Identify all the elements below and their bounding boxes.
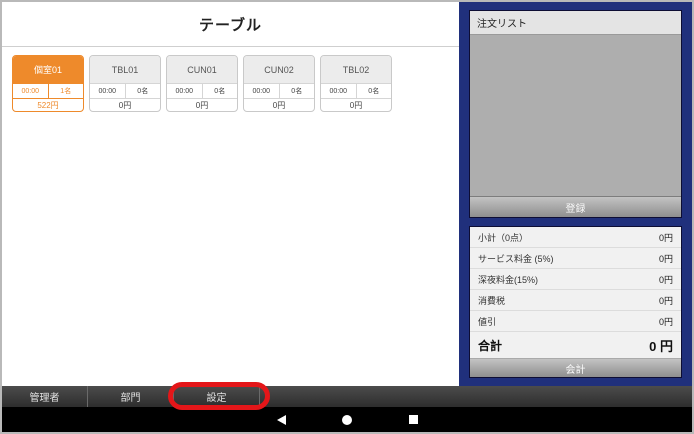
table-info-row: 00:00 1名 [13,83,83,98]
content-row: テーブル 個室01 00:00 1名 522円 TBL01 00:00 0名 [2,2,692,386]
table-guests: 0名 [357,84,392,98]
table-guests: 0名 [126,84,161,98]
table-card-list: 個室01 00:00 1名 522円 TBL01 00:00 0名 0円 [2,47,459,112]
table-card-kositsu01[interactable]: 個室01 00:00 1名 522円 [12,55,84,112]
table-info-row: 00:00 0名 [167,83,237,98]
order-list-title: 注文リスト [470,11,681,35]
app-frame: テーブル 個室01 00:00 1名 522円 TBL01 00:00 0名 [0,0,694,434]
table-info-row: 00:00 0名 [90,83,160,98]
totals-panel: 小計（0点） 0円 サービス料金 (5%) 0円 深夜料金(15%) 0円 消費… [469,226,682,378]
main-area: テーブル 個室01 00:00 1名 522円 TBL01 00:00 0名 [2,2,459,386]
totals-row-service-charge: サービス料金 (5%) 0円 [470,248,681,269]
back-icon [277,415,286,425]
totals-row-grand-total: 合計 0 円 [470,332,681,358]
grand-total-value: 0 円 [649,336,673,355]
table-amount: 0円 [321,98,391,111]
tab-department[interactable]: 部門 [88,386,174,407]
register-button[interactable]: 登録 [470,196,681,217]
table-name: CUN02 [244,56,314,83]
table-info-row: 00:00 0名 [321,83,391,98]
order-panel: 注文リスト 登録 小計（0点） 0円 サービス料金 (5%) 0円 深夜料金(1… [459,2,692,386]
totals-label: サービス料金 (5%) [478,252,554,265]
table-time: 00:00 [90,84,126,98]
totals-row-discount: 値引 0円 [470,311,681,332]
order-list-box: 注文リスト 登録 [469,10,682,218]
table-name: TBL01 [90,56,160,83]
totals-value: 0円 [659,273,673,286]
table-card-cun01[interactable]: CUN01 00:00 0名 0円 [166,55,238,112]
totals-row-tax: 消費税 0円 [470,290,681,311]
table-card-tbl01[interactable]: TBL01 00:00 0名 0円 [89,55,161,112]
main-header: テーブル [2,2,459,47]
order-list-body [470,35,681,196]
table-time: 00:00 [167,84,203,98]
page-title: テーブル [199,14,262,35]
table-time: 00:00 [244,84,280,98]
table-guests: 1名 [49,84,84,98]
table-name: 個室01 [13,56,83,83]
android-nav-bar [2,407,692,432]
table-name: TBL02 [321,56,391,83]
grand-total-label: 合計 [478,337,502,354]
totals-label: 値引 [478,315,496,328]
table-amount: 0円 [167,98,237,111]
totals-label: 消費税 [478,294,505,307]
table-amount: 522円 [13,98,83,111]
table-card-tbl02[interactable]: TBL02 00:00 0名 0円 [320,55,392,112]
totals-label: 小計（0点） [478,231,528,244]
totals-value: 0円 [659,252,673,265]
recents-button[interactable] [406,413,420,427]
table-name: CUN01 [167,56,237,83]
table-guests: 0名 [203,84,238,98]
totals-row-subtotal: 小計（0点） 0円 [470,227,681,248]
totals-value: 0円 [659,315,673,328]
totals-value: 0円 [659,231,673,244]
tab-admin[interactable]: 管理者 [2,386,88,407]
table-amount: 0円 [244,98,314,111]
recents-icon [409,415,418,424]
back-button[interactable] [274,413,288,427]
totals-label: 深夜料金(15%) [478,273,538,286]
table-info-row: 00:00 0名 [244,83,314,98]
table-time: 00:00 [13,84,49,98]
table-card-cun02[interactable]: CUN02 00:00 0名 0円 [243,55,315,112]
tab-settings[interactable]: 設定 [174,386,260,407]
home-icon [342,415,352,425]
table-amount: 0円 [90,98,160,111]
table-guests: 0名 [280,84,315,98]
totals-row-late-night-charge: 深夜料金(15%) 0円 [470,269,681,290]
bottom-tab-bar: 管理者 部門 設定 [2,386,692,407]
totals-value: 0円 [659,294,673,307]
checkout-button[interactable]: 会計 [470,358,681,377]
table-time: 00:00 [321,84,357,98]
home-button[interactable] [340,413,354,427]
